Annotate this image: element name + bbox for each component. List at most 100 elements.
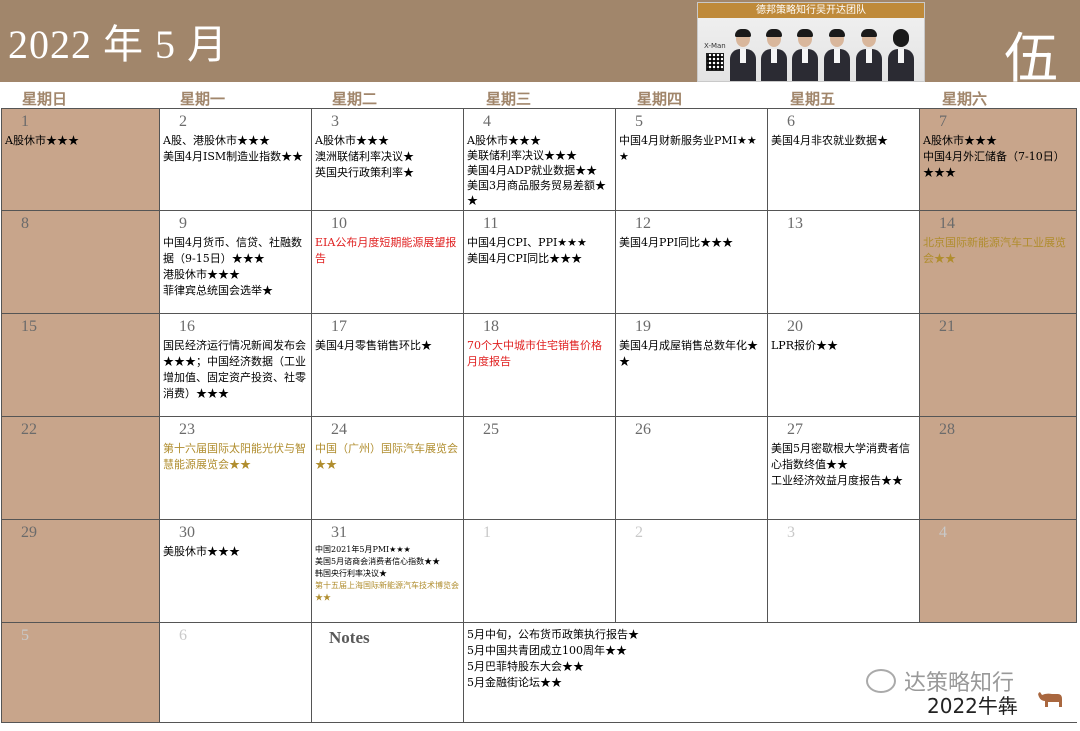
- event-item: 韩国央行利率决议★: [315, 569, 387, 578]
- day-cell[interactable]: 28: [920, 417, 1077, 520]
- event-item: 中国4月外汇储备（7-10日）★★★: [923, 150, 1065, 179]
- event-item: A股休市★★★: [315, 134, 389, 147]
- day-cell[interactable]: 29: [1, 520, 160, 623]
- person-figure: [856, 27, 882, 81]
- day-cell[interactable]: 13: [768, 211, 920, 314]
- day-number: 31: [331, 524, 347, 541]
- day-cell[interactable]: 7 A股休市★★★ 中国4月外汇储备（7-10日）★★★: [920, 108, 1077, 211]
- calendar-grid: 1 A股休市★★★ 2 A股、港股休市★★★ 美国4月ISM制造业指数★★ 3 …: [1, 108, 1077, 723]
- day-cell[interactable]: 17 美国4月零售销售环比★: [312, 314, 464, 417]
- day-number: 20: [787, 318, 803, 335]
- event-item: 美国4月成屋销售总数年化★★: [619, 339, 758, 368]
- day-number: 5: [21, 627, 29, 644]
- day-cell[interactable]: 11 中国4月CPI、PPI★★★ 美国4月CPI同比★★★: [464, 211, 616, 314]
- day-cell[interactable]: 21: [920, 314, 1077, 417]
- day-number: 14: [939, 215, 955, 232]
- event-item: 中国4月CPI、PPI★★★: [467, 236, 587, 249]
- day-cell[interactable]: 4: [920, 520, 1077, 623]
- day-cell[interactable]: 19 美国4月成屋销售总数年化★★: [616, 314, 768, 417]
- day-number: 22: [21, 421, 37, 438]
- event-item: 70个大中城市住宅销售价格月度报告: [467, 339, 602, 368]
- day-number: 11: [483, 215, 499, 232]
- day-cell[interactable]: 15: [1, 314, 160, 417]
- event-item: 中国（广州）国际汽车展览会★★: [315, 442, 458, 471]
- banner-tag: X-Man: [704, 42, 726, 50]
- ox-icon: [1038, 692, 1062, 707]
- header-band: 2022 年 5 月 德邦策略知行吴开达团队 X-Man 伍: [0, 0, 1080, 90]
- event-item: 美国5月密歇根大学消费者信心指数终值★★: [771, 442, 910, 471]
- day-number: 15: [21, 318, 37, 335]
- day-cell[interactable]: 1: [464, 520, 616, 623]
- person-figure: [824, 27, 850, 81]
- event-item: 美联储利率决议★★★: [467, 149, 577, 162]
- day-number: 4: [483, 113, 491, 130]
- day-cell[interactable]: 4 A股休市★★★ 美联储利率决议★★★ 美国4月ADP就业数据★★ 美国3月商…: [464, 108, 616, 211]
- day-cell[interactable]: 25: [464, 417, 616, 520]
- day-number: 3: [331, 113, 339, 130]
- day-cell[interactable]: 31 中国2021年5月PMI★★★ 美国5月谘商会消费者信心指数★★ 韩国央行…: [312, 520, 464, 623]
- person-figure: [888, 27, 914, 81]
- day-cell[interactable]: 3: [768, 520, 920, 623]
- weekday-friday: 星期五: [790, 90, 836, 108]
- day-cell[interactable]: 20 LPR报价★★: [768, 314, 920, 417]
- day-cell[interactable]: 3 A股休市★★★ 澳洲联储利率决议★ 英国央行政策利率★: [312, 108, 464, 211]
- day-number: 7: [939, 113, 947, 130]
- day-number: 17: [331, 318, 347, 335]
- day-number: 21: [939, 318, 955, 335]
- day-number: 9: [179, 215, 187, 232]
- event-item: 美股休市★★★: [163, 545, 240, 558]
- day-number: 3: [787, 524, 795, 541]
- event-item: LPR报价★★: [771, 339, 838, 352]
- day-number: 1: [21, 113, 29, 130]
- day-number: 25: [483, 421, 499, 438]
- day-number: 19: [635, 318, 651, 335]
- day-cell[interactable]: 8: [1, 211, 160, 314]
- day-cell[interactable]: 1 A股休市★★★: [1, 108, 160, 211]
- day-number: 24: [331, 421, 347, 438]
- day-cell[interactable]: 12 美国4月PPI同比★★★: [616, 211, 768, 314]
- day-cell[interactable]: 6 美国4月非农就业数据★: [768, 108, 920, 211]
- day-cell[interactable]: 5: [1, 623, 160, 723]
- day-cell[interactable]: 2 A股、港股休市★★★ 美国4月ISM制造业指数★★: [160, 108, 312, 211]
- event-item: A股休市★★★: [467, 134, 541, 147]
- event-item: 美国3月商品服务贸易差额★★: [467, 179, 606, 207]
- event-item: 中国2021年5月PMI★★★: [315, 545, 411, 554]
- day-cell[interactable]: 6: [160, 623, 312, 723]
- day-cell[interactable]: 26: [616, 417, 768, 520]
- event-item: 美国4月PPI同比★★★: [619, 236, 734, 249]
- event-item: 中国4月货币、信贷、社融数据（9-15日）★★★: [163, 236, 302, 265]
- day-cell[interactable]: 27 美国5月密歇根大学消费者信心指数终值★★ 工业经济效益月度报告★★: [768, 417, 920, 520]
- day-cell[interactable]: 24 中国（广州）国际汽车展览会★★: [312, 417, 464, 520]
- day-number: 27: [787, 421, 803, 438]
- event-item: 北京国际新能源汽车工业展览会★★: [923, 236, 1066, 265]
- day-number: 6: [179, 627, 187, 644]
- weekday-monday: 星期一: [180, 90, 226, 108]
- note-item: 5月中国共青团成立100周年★★: [467, 644, 627, 657]
- day-cell[interactable]: 18 70个大中城市住宅销售价格月度报告: [464, 314, 616, 417]
- weekday-tuesday: 星期二: [332, 90, 378, 108]
- notes-title: Notes: [329, 628, 370, 647]
- banner-title: 德邦策略知行吴开达团队: [698, 3, 924, 18]
- weekday-thursday: 星期四: [637, 90, 683, 108]
- event-item: 中国4月财新服务业PMI★★★: [619, 134, 757, 163]
- event-item: 美国4月ISM制造业指数★★: [163, 150, 304, 163]
- day-cell[interactable]: 14 北京国际新能源汽车工业展览会★★: [920, 211, 1077, 314]
- event-item: 国民经济运行情况新闻发布会★★★；中国经济数据（工业增加值、固定资产投资、社零消…: [163, 339, 306, 400]
- day-cell[interactable]: 10 EIA公布月度短期能源展望报告: [312, 211, 464, 314]
- day-number: 26: [635, 421, 651, 438]
- event-item: A股休市★★★: [923, 134, 997, 147]
- day-cell[interactable]: 22: [1, 417, 160, 520]
- event-item: 第十五届上海国际新能源汽车技术博览会★★: [315, 581, 459, 602]
- day-cell[interactable]: 9 中国4月货币、信贷、社融数据（9-15日）★★★ 港股休市★★★ 菲律宾总统…: [160, 211, 312, 314]
- event-item: 美国4月零售销售环比★: [315, 339, 432, 352]
- day-cell[interactable]: 30 美股休市★★★: [160, 520, 312, 623]
- day-number: 29: [21, 524, 37, 541]
- month-title: 2022 年 5 月: [8, 22, 228, 67]
- day-cell[interactable]: 2: [616, 520, 768, 623]
- day-cell[interactable]: 16 国民经济运行情况新闻发布会★★★；中国经济数据（工业增加值、固定资产投资、…: [160, 314, 312, 417]
- day-cell[interactable]: 23 第十六届国际太阳能光伏与智慧能源展览会★★: [160, 417, 312, 520]
- day-cell[interactable]: 5 中国4月财新服务业PMI★★★: [616, 108, 768, 211]
- event-item: 港股休市★★★: [163, 268, 240, 281]
- notes-title-cell: Notes: [312, 623, 464, 723]
- event-item: A股休市★★★: [5, 134, 79, 147]
